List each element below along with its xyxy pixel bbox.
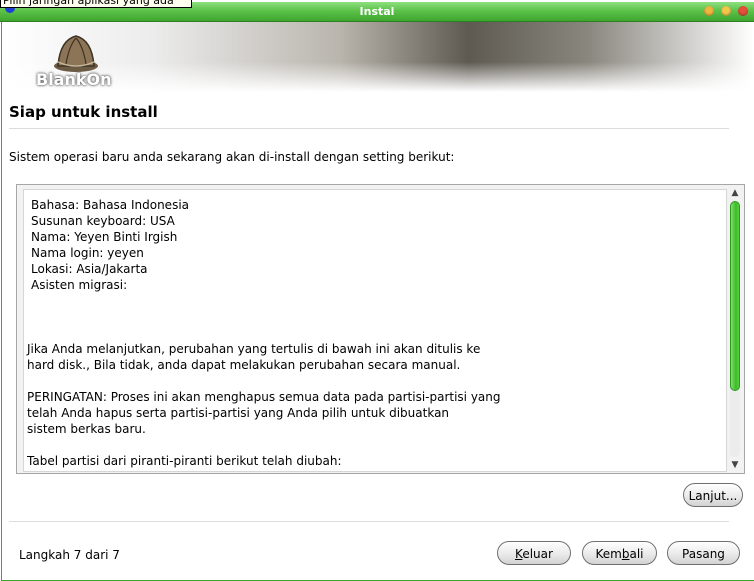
summary-line: Nama login: yeyen bbox=[31, 246, 144, 260]
vertical-scrollbar[interactable]: ▲ ▼ bbox=[729, 187, 741, 471]
summary-line: Nama: Yeyen Binti Irgish bbox=[31, 230, 178, 244]
summary-line: Lokasi: Asia/Jakarta bbox=[31, 262, 148, 276]
summary-line: Susunan keyboard: USA bbox=[31, 214, 175, 228]
blankon-logo: BlankOn bbox=[36, 32, 112, 90]
scroll-thumb[interactable] bbox=[730, 201, 740, 391]
summary-line: hard disk., Bila tidak, anda dapat melak… bbox=[27, 358, 461, 372]
divider bbox=[9, 128, 729, 129]
intro-text: Sistem operasi baru anda sekarang akan d… bbox=[9, 150, 455, 164]
quit-label-post: eluar bbox=[522, 547, 553, 561]
scroll-up-icon[interactable]: ▲ bbox=[729, 187, 741, 199]
advanced-button[interactable]: Lanjut... bbox=[683, 483, 743, 507]
quit-button[interactable]: Keluar bbox=[497, 541, 571, 565]
back-button[interactable]: Kembali bbox=[582, 541, 657, 565]
scroll-track[interactable] bbox=[730, 201, 740, 457]
summary-line: Asisten migrasi: bbox=[31, 278, 128, 292]
summary-line: Tabel partisi dari piranti-piranti berik… bbox=[27, 454, 342, 468]
step-indicator: Langkah 7 dari 7 bbox=[19, 548, 120, 562]
summary-line: Bahasa: Bahasa Indonesia bbox=[31, 198, 190, 212]
summary-panel: Bahasa: Bahasa Indonesia Susunan keyboar… bbox=[16, 184, 745, 474]
banner bbox=[2, 22, 754, 92]
summary-line: telah Anda hapus serta partisi-partisi y… bbox=[27, 406, 450, 420]
tooltip: Pilih jaringan aplikasi yang ada bbox=[0, 0, 192, 8]
scroll-down-icon[interactable]: ▼ bbox=[729, 459, 741, 471]
divider bbox=[9, 521, 729, 522]
summary-line: PERINGATAN: Proses ini akan menghapus se… bbox=[27, 390, 501, 404]
summary-text-area[interactable]: Bahasa: Bahasa Indonesia Susunan keyboar… bbox=[23, 189, 727, 472]
page-title: Siap untuk install bbox=[9, 103, 158, 121]
summary-line: Jika Anda melanjutkan, perubahan yang te… bbox=[27, 342, 481, 356]
hat-icon bbox=[54, 35, 98, 72]
summary-line: sistem berkas baru. bbox=[27, 422, 146, 436]
minimize-icon[interactable] bbox=[704, 6, 714, 16]
back-label-post: ali bbox=[629, 547, 644, 561]
install-button[interactable]: Pasang bbox=[667, 541, 740, 565]
maximize-icon[interactable] bbox=[721, 6, 731, 16]
close-icon[interactable] bbox=[738, 6, 748, 16]
logo-text: BlankOn bbox=[36, 70, 112, 89]
installer-window: BlankOn Siap untuk install Sistem operas… bbox=[1, 22, 754, 581]
back-label-pre: Kem bbox=[595, 547, 622, 561]
